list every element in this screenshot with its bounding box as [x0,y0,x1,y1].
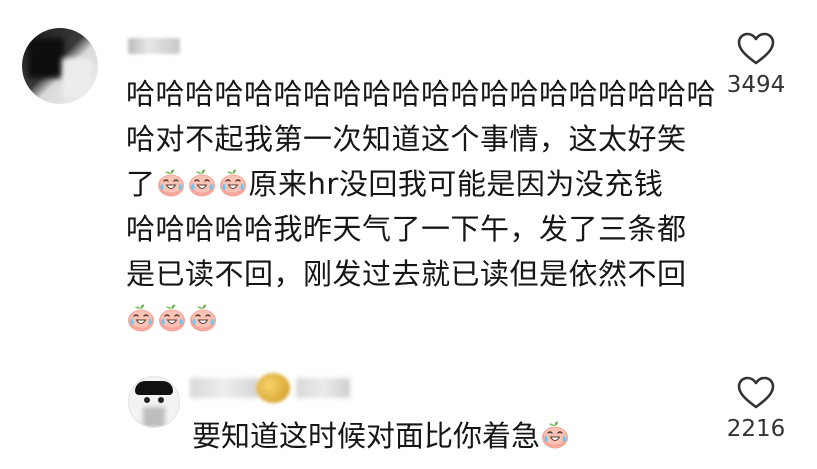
comment-line-5: 是已读不回，刚发过去就已读但是依然不回 [126,257,687,291]
comment-body: 哈哈哈哈哈哈哈哈哈哈哈哈哈哈哈哈哈哈哈哈 哈对不起我第一次知道这个事情，这太好笑… [126,72,717,342]
reply-author-name-redacted[interactable] [190,378,258,398]
comment-line-3-text: 原来hr没回我可能是因为没充钱 [248,167,664,201]
comment-line-1: 哈哈哈哈哈哈哈哈哈哈哈哈哈哈哈哈哈哈哈哈 [126,77,717,111]
reply-author-suffix-redacted [296,378,350,398]
crying-laughing-peach-emoji [157,303,187,333]
crying-laughing-peach-emoji [156,168,186,198]
commenter-name-redacted[interactable] [128,38,180,54]
heart-outline-icon[interactable] [737,376,775,410]
comment-like-count: 3494 [726,72,786,98]
reply-author-badge [256,373,290,403]
reply-text: 要知道这时候对面比你着急 [192,419,541,453]
comment-line-6 [126,297,706,342]
comment-line-4: 哈哈哈哈哈我昨天气了一下午，发了三条都 [126,212,687,246]
reply-like-count: 2216 [726,416,786,442]
crying-laughing-peach-emoji [187,168,217,198]
reply-like[interactable]: 2216 [721,376,791,442]
comment-like[interactable]: 3494 [721,32,791,98]
crying-laughing-peach-emoji [188,303,218,333]
crying-laughing-peach-emoji [218,168,248,198]
commenter-avatar[interactable] [22,28,98,104]
crying-laughing-peach-emoji [540,420,570,450]
reply-avatar[interactable] [128,376,180,428]
comment-line-2: 哈对不起我第一次知道这个事情，这太好笑 [126,122,687,156]
reply-body: 要知道这时候对面比你着急 [192,416,571,456]
heart-outline-icon[interactable] [737,32,775,66]
crying-laughing-peach-emoji [126,303,156,333]
comment-line-3-prefix: 了 [126,167,156,201]
comment-line-3: 了 原来hr没回我可能是因为没充钱 [126,162,706,207]
